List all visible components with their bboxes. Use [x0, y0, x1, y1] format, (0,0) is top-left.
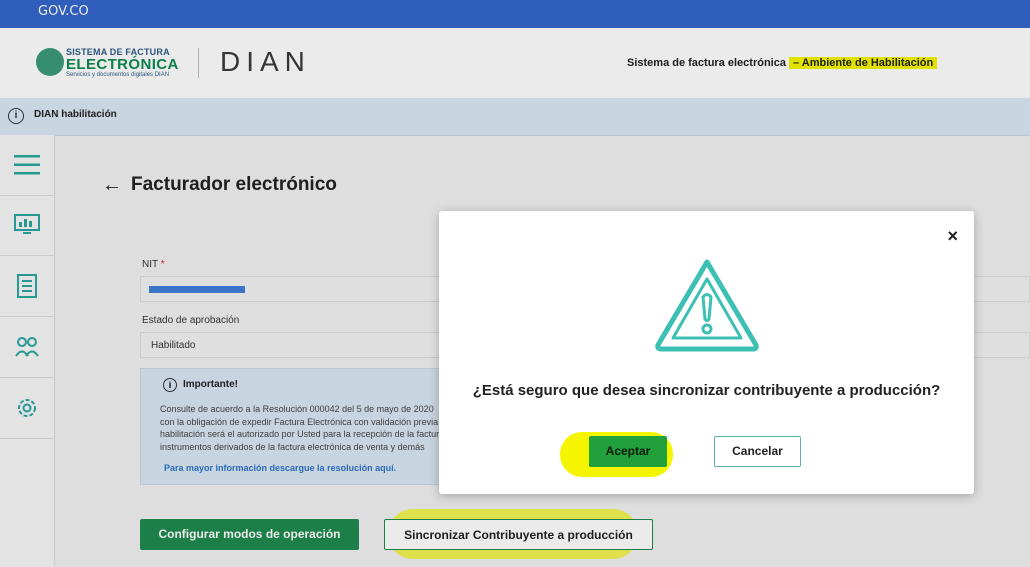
confirm-question: ¿Está seguro que desea sincronizar contr…	[472, 382, 941, 399]
confirm-dialog: × ¿Está seguro que desea sincronizar con…	[439, 211, 974, 494]
close-icon[interactable]: ×	[947, 227, 958, 245]
accept-button[interactable]: Aceptar	[589, 436, 667, 467]
cancel-button[interactable]: Cancelar	[714, 436, 801, 467]
warning-triangle-icon	[655, 259, 759, 352]
